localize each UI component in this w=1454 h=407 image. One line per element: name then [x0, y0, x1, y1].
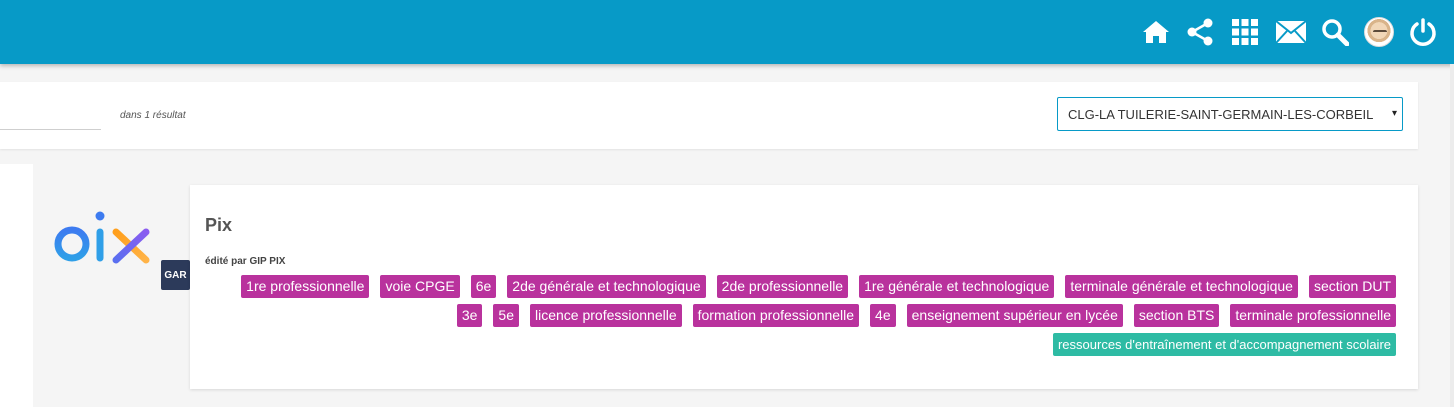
power-icon[interactable] — [1407, 16, 1439, 48]
apps-grid-icon[interactable] — [1229, 16, 1261, 48]
tag-row: ressources d'entraînement et d'accompagn… — [1052, 333, 1396, 356]
result-count: dans 1 résultat — [120, 110, 186, 121]
level-tag[interactable]: licence professionnelle — [529, 304, 682, 327]
home-icon[interactable] — [1140, 16, 1172, 48]
scrollbar-track[interactable] — [1450, 64, 1454, 407]
tag-list: 1re professionnelle voie CPGE 6e 2de gén… — [226, 275, 1396, 356]
level-tag[interactable]: 1re générale et technologique — [859, 275, 1055, 298]
avatar-image — [1364, 17, 1394, 47]
establishment-selected-value: CLG-LA TUILERIE-SAINT-GERMAIN-LES-CORBEI… — [1068, 107, 1374, 122]
tag-row: 1re professionnelle voie CPGE 6e 2de gén… — [241, 275, 1396, 298]
top-bar — [0, 0, 1454, 64]
level-tag[interactable]: 2de professionnelle — [716, 275, 849, 298]
level-tag[interactable]: voie CPGE — [380, 275, 460, 298]
resource-title[interactable]: Pix — [205, 215, 232, 236]
level-tag[interactable]: terminale professionnelle — [1230, 304, 1396, 327]
share-icon[interactable] — [1184, 16, 1216, 48]
level-tag[interactable]: section BTS — [1133, 304, 1220, 327]
resource-editor: édité par GIP PIX — [205, 256, 286, 267]
search-panel: dans 1 résultat CLG-LA TUILERIE-SAINT-GE… — [0, 82, 1418, 149]
level-tag[interactable]: section DUT — [1308, 275, 1396, 298]
chevron-down-icon: ▾ — [1391, 108, 1397, 119]
level-tag[interactable]: 2de générale et technologique — [507, 275, 706, 298]
gar-badge: GAR — [161, 260, 190, 290]
level-tag[interactable]: formation professionnelle — [692, 304, 860, 327]
category-tag[interactable]: ressources d'entraînement et d'accompagn… — [1052, 333, 1396, 356]
level-tag[interactable]: terminale générale et technologique — [1065, 275, 1298, 298]
level-tag[interactable]: enseignement supérieur en lycée — [906, 304, 1123, 327]
search-icon[interactable] — [1319, 16, 1351, 48]
level-tag[interactable]: 5e — [493, 304, 519, 327]
level-tag[interactable]: 3e — [456, 304, 483, 327]
mail-icon[interactable] — [1274, 16, 1308, 48]
pix-logo[interactable] — [52, 200, 154, 290]
user-avatar[interactable] — [1363, 16, 1395, 48]
resource-card[interactable]: Pix édité par GIP PIX 1re professionnell… — [190, 185, 1418, 389]
establishment-select[interactable]: CLG-LA TUILERIE-SAINT-GERMAIN-LES-CORBEI… — [1057, 97, 1403, 131]
level-tag[interactable]: 6e — [470, 275, 497, 298]
tag-row: 3e 5e licence professionnelle formation … — [456, 304, 1396, 327]
level-tag[interactable]: 4e — [870, 304, 896, 327]
level-tag[interactable]: 1re professionnelle — [241, 275, 370, 298]
filter-panel — [0, 164, 33, 407]
search-input[interactable] — [0, 129, 101, 130]
